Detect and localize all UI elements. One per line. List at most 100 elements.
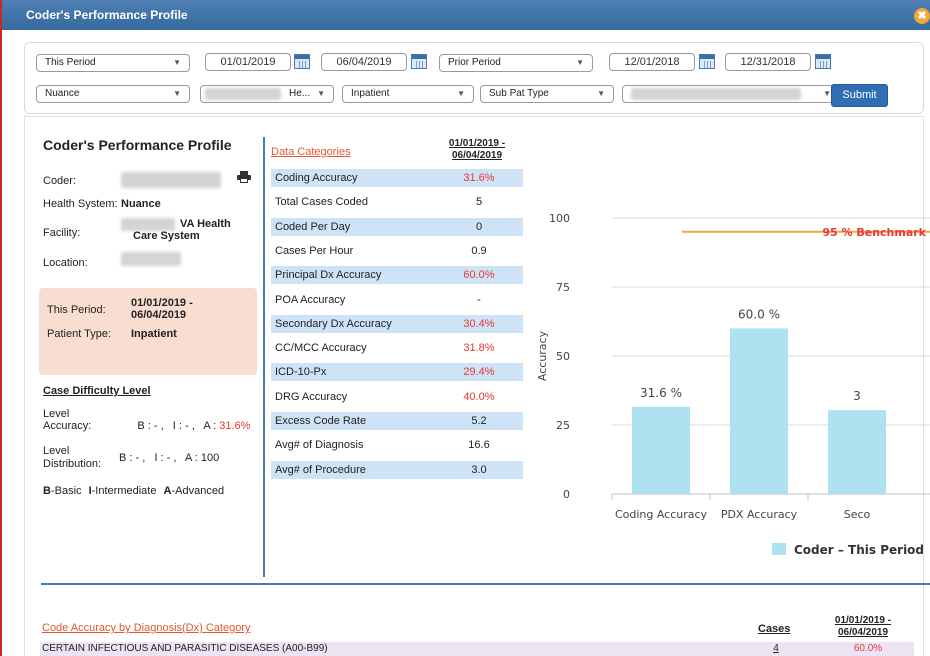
category-value: 3.0 bbox=[471, 463, 487, 476]
profile-heading: Coder's Performance Profile bbox=[43, 137, 232, 153]
submit-button[interactable]: Submit bbox=[831, 84, 888, 107]
category-row: Total Cases Coded 5 bbox=[271, 193, 523, 211]
legend-swatch bbox=[772, 543, 786, 555]
y-tick-label: 100 bbox=[549, 212, 570, 225]
bar bbox=[828, 410, 886, 494]
dx-date-line-2: 06/04/2019 bbox=[837, 627, 889, 638]
x-tick-label: PDX Accuracy bbox=[721, 508, 798, 521]
prior-start-date-input[interactable]: 12/01/2018 bbox=[609, 53, 695, 71]
legend-label: Coder – This Period bbox=[794, 543, 924, 557]
chevron-down-icon: ▼ bbox=[317, 89, 325, 98]
bar-data-label: 60.0 % bbox=[738, 307, 780, 321]
category-name: DRG Accuracy bbox=[275, 390, 348, 403]
dx-category-row: CERTAIN INFECTIOUS AND PARASITIC DISEASE… bbox=[40, 642, 914, 656]
category-value: 40.0% bbox=[463, 390, 495, 403]
data-categories-date-line-2: 06/04/2019 bbox=[451, 150, 503, 161]
bar-data-label: 3 bbox=[853, 389, 861, 403]
category-value: 16.6 bbox=[468, 439, 490, 452]
period-select[interactable]: This Period ▼ bbox=[36, 54, 190, 72]
x-tick-label: Seco bbox=[844, 508, 871, 521]
prior-period-select[interactable]: Prior Period ▼ bbox=[439, 54, 593, 72]
dx-cases-link[interactable]: 4 bbox=[766, 642, 786, 656]
vertical-divider bbox=[263, 137, 265, 577]
level-accuracy-label-line-2: Accuracy: bbox=[43, 420, 92, 432]
category-name: Avg# of Diagnosis bbox=[275, 439, 364, 452]
category-name: Coding Accuracy bbox=[275, 172, 358, 184]
chevron-down-icon: ▼ bbox=[457, 89, 465, 98]
patient-type-value: Inpatient bbox=[131, 328, 177, 340]
level-accuracy-prefix-text: B : - , I : - , A : bbox=[137, 420, 220, 432]
location-redacted bbox=[121, 252, 181, 266]
category-name: ICD-10-Px bbox=[275, 366, 327, 379]
close-icon[interactable]: ✖ bbox=[914, 8, 930, 24]
category-value: 5 bbox=[475, 196, 483, 209]
category-row: Coded Per Day 0 bbox=[271, 217, 523, 236]
end-date-input[interactable]: 06/04/2019 bbox=[321, 53, 407, 71]
chevron-down-icon: ▼ bbox=[173, 58, 181, 67]
dx-category-heading[interactable]: Code Accuracy by Diagnosis(Dx) Category bbox=[42, 622, 250, 634]
vendor-select[interactable]: Nuance ▼ bbox=[36, 85, 190, 103]
level-accuracy-label-line-1: Level bbox=[43, 408, 70, 420]
this-period-value-line-2: 06/04/2019 bbox=[131, 309, 187, 321]
health-system-select-value: He... bbox=[289, 88, 311, 99]
category-row: Avg# of Diagnosis 16.6 bbox=[271, 436, 523, 454]
legend-basic-key: B bbox=[43, 485, 51, 497]
category-name: Cases Per Hour bbox=[275, 244, 354, 257]
category-name: Secondary Dx Accuracy bbox=[275, 317, 392, 330]
category-name: Principal Dx Accuracy bbox=[275, 269, 382, 282]
case-difficulty-title: Case Difficulty Level bbox=[43, 385, 151, 397]
data-categories-heading[interactable]: Data Categories bbox=[271, 146, 351, 158]
y-tick-label: 25 bbox=[556, 419, 570, 432]
coder-name-redacted bbox=[121, 172, 221, 188]
redacted-value bbox=[205, 88, 281, 100]
category-value: 0.9 bbox=[471, 244, 487, 257]
window-title: Coder's Performance Profile bbox=[26, 8, 188, 22]
category-value: 31.6% bbox=[463, 172, 495, 184]
start-date-input[interactable]: 01/01/2019 bbox=[205, 53, 291, 71]
sub-pat-type-select[interactable]: Sub Pat Type ▼ bbox=[480, 85, 614, 103]
legend-intermediate-text: -Intermediate bbox=[91, 485, 157, 497]
print-icon[interactable] bbox=[237, 171, 251, 183]
level-distribution-label-line-1: Level bbox=[43, 445, 70, 457]
bar bbox=[730, 328, 788, 494]
category-name: Total Cases Coded bbox=[275, 196, 368, 209]
calendar-icon[interactable] bbox=[294, 54, 310, 69]
level-distribution-value: B : - , I : - , A : 100 bbox=[119, 452, 220, 464]
chevron-down-icon: ▼ bbox=[823, 89, 831, 98]
category-value: 0 bbox=[475, 220, 483, 233]
category-row: ICD-10-Px 29.4% bbox=[271, 363, 523, 382]
facility-label: Facility: bbox=[43, 227, 81, 239]
category-value: 31.8% bbox=[463, 342, 495, 355]
chevron-down-icon: ▼ bbox=[173, 89, 181, 98]
cases-heading: Cases bbox=[758, 623, 791, 635]
prior-period-select-value: Prior Period bbox=[448, 57, 501, 68]
data-categories-date-line-1: 01/01/2019 - bbox=[448, 138, 506, 149]
dx-date-line-1: 01/01/2019 - bbox=[834, 615, 892, 626]
calendar-icon[interactable] bbox=[411, 54, 427, 69]
calendar-icon[interactable] bbox=[815, 54, 831, 69]
coder-label: Coder: bbox=[43, 175, 77, 187]
level-accuracy-value: 31.6% bbox=[219, 420, 251, 432]
bar-data-label: 31.6 % bbox=[640, 386, 682, 400]
category-name: Avg# of Procedure bbox=[275, 463, 366, 476]
calendar-icon[interactable] bbox=[699, 54, 715, 69]
bar bbox=[632, 406, 690, 494]
coder-select[interactable]: ▼ bbox=[622, 85, 840, 103]
category-row: POA Accuracy - bbox=[271, 291, 523, 309]
title-bar: Coder's Performance Profile ✖ bbox=[2, 0, 930, 30]
category-value: - bbox=[477, 293, 481, 306]
category-row: Principal Dx Accuracy 60.0% bbox=[271, 266, 523, 285]
health-system-label: Health System: bbox=[43, 198, 118, 210]
health-system-value: Nuance bbox=[121, 198, 161, 210]
health-system-select[interactable]: He... ▼ bbox=[200, 85, 334, 103]
category-value: 30.4% bbox=[463, 317, 495, 330]
dx-date-heading: 01/01/2019 - 06/04/2019 bbox=[820, 615, 906, 639]
category-value: 29.4% bbox=[463, 366, 495, 379]
redacted-value bbox=[631, 88, 801, 100]
category-value: 60.0% bbox=[463, 269, 495, 282]
this-period-label: This Period: bbox=[47, 304, 106, 316]
prior-end-date-input[interactable]: 12/31/2018 bbox=[725, 53, 811, 71]
dx-category-name: CERTAIN INFECTIOUS AND PARASITIC DISEASE… bbox=[42, 643, 328, 654]
category-row: DRG Accuracy 40.0% bbox=[271, 388, 523, 406]
patient-type-select[interactable]: Inpatient ▼ bbox=[342, 85, 474, 103]
